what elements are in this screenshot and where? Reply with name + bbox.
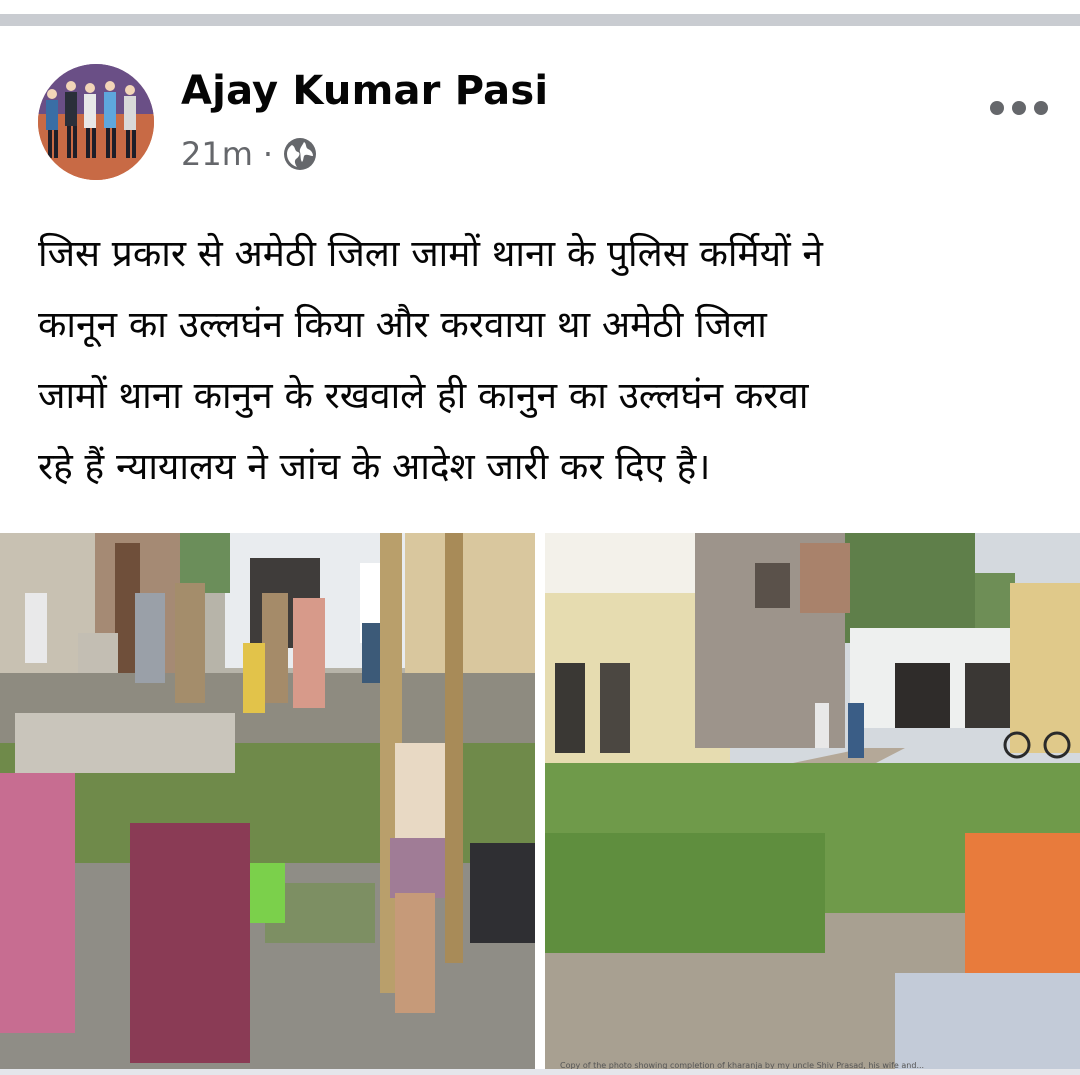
post-header: Ajay Kumar Pasi 21m · [0, 28, 1080, 198]
top-divider [0, 0, 1080, 28]
post-text-line: रहे हैं न्यायालय ने जांच के आदेश जारी कर… [38, 445, 711, 488]
globe-icon[interactable] [283, 137, 317, 171]
post-text-line: कानून का उल्लघंन किया और करवाया था अमेठी… [38, 303, 767, 346]
more-horizontal-icon[interactable] [990, 96, 1048, 120]
post-text: जिस प्रकार से अमेठी जिला जामों थाना के प… [38, 218, 1048, 502]
photo-village-lane[interactable] [545, 533, 1080, 1069]
post-text-line: जामों थाना कानुन के रखवाले ही कानुन का उ… [38, 374, 809, 417]
post-meta: 21m · [181, 135, 317, 173]
bottom-divider [0, 1069, 1080, 1075]
post-text-line: जिस प्रकार से अमेठी जिला जामों थाना के प… [38, 232, 823, 275]
meta-separator: · [262, 135, 274, 173]
author-avatar[interactable] [38, 64, 154, 180]
photo-village-police[interactable] [0, 533, 535, 1069]
photo-grid: Copy of the photo showing completion of … [0, 533, 1080, 1075]
post-timestamp[interactable]: 21m [181, 135, 253, 173]
author-name[interactable]: Ajay Kumar Pasi [181, 68, 548, 114]
